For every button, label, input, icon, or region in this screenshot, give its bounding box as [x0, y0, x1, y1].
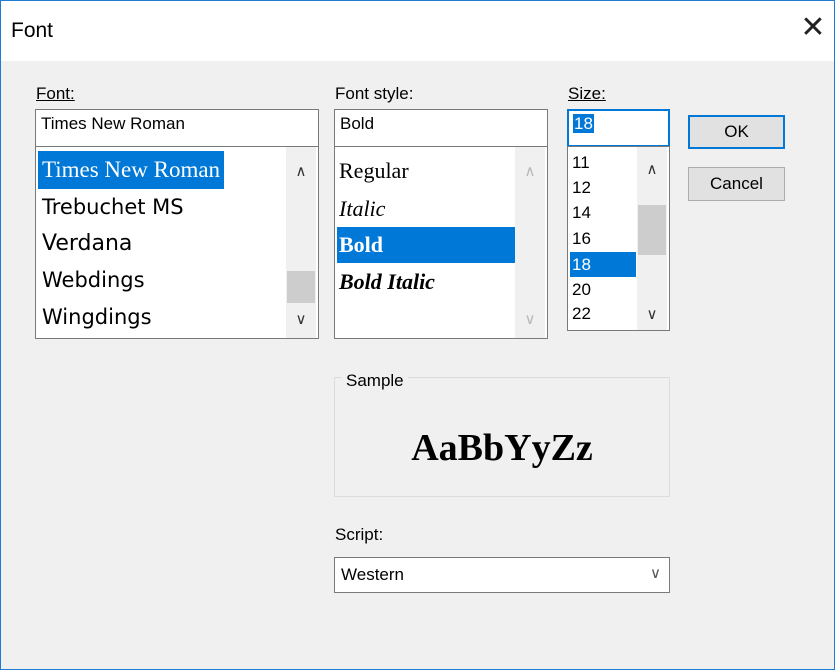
size-list-scrollbar[interactable]: ∧ ∨ [637, 147, 667, 330]
font-style-list[interactable]: Regular Italic Bold Bold Italic ∧ ∨ [334, 146, 548, 339]
script-label: Script: [335, 525, 384, 544]
font-list[interactable]: Times New Roman Trebuchet MS Verdana Web… [35, 146, 319, 339]
font-style-input[interactable]: Bold [334, 109, 548, 147]
chevron-up-icon[interactable]: ∧ [637, 157, 667, 181]
font-list-item[interactable]: Verdana [38, 226, 136, 262]
font-style-item[interactable]: Bold Italic [337, 264, 515, 300]
font-list-item[interactable]: Wingdings [38, 299, 156, 335]
title-bar: Font ✕ [1, 1, 834, 61]
size-item[interactable]: 18 [570, 252, 636, 277]
size-item[interactable]: 12 [570, 176, 630, 200]
size-item[interactable]: 20 [570, 278, 630, 302]
script-select[interactable]: Western ∨ [334, 557, 670, 593]
close-icon[interactable]: ✕ [798, 11, 828, 45]
font-style-label-text: Font style: [335, 84, 414, 103]
chevron-down-icon[interactable]: ∨ [650, 564, 661, 582]
size-label: Size: [568, 84, 606, 104]
size-input-value: 18 [573, 114, 594, 133]
font-style-item[interactable]: Regular [337, 153, 515, 189]
font-label: Font: [36, 84, 75, 104]
window-title: Font [11, 19, 54, 42]
font-list-item[interactable]: Webdings [38, 262, 149, 298]
chevron-down-icon[interactable]: ∨ [286, 307, 316, 331]
size-item[interactable]: 16 [570, 227, 630, 251]
size-list[interactable]: 11 12 14 16 18 20 22 ∧ ∨ [567, 146, 670, 331]
chevron-down-icon[interactable]: ∨ [637, 302, 667, 326]
script-select-value: Western [341, 565, 404, 584]
font-dialog: Font ✕ Font: Times New Roman Times New R… [0, 0, 835, 670]
font-style-item[interactable]: Bold [337, 227, 515, 263]
size-label-text: Size: [568, 84, 606, 103]
scroll-thumb[interactable] [287, 271, 315, 303]
sample-preview-text: AaBbYyZz [411, 427, 593, 469]
font-list-item[interactable]: Trebuchet MS [38, 189, 188, 225]
font-style-item[interactable]: Italic [337, 191, 515, 227]
font-list-item[interactable]: Times New Roman [38, 151, 225, 189]
font-label-text: Font: [36, 84, 75, 103]
font-name-input[interactable]: Times New Roman [35, 109, 319, 147]
scroll-thumb[interactable] [638, 205, 666, 255]
font-style-scrollbar: ∧ ∨ [515, 147, 545, 338]
font-style-label: Font style: [335, 84, 413, 104]
sample-groupbox: AaBbYyZz [334, 377, 670, 497]
chevron-up-icon[interactable]: ∧ [286, 159, 316, 183]
size-item[interactable]: 11 [570, 151, 630, 175]
chevron-up-icon: ∧ [524, 162, 536, 180]
ok-button[interactable]: OK [688, 115, 785, 149]
font-list-scrollbar[interactable]: ∧ ∨ [286, 147, 316, 338]
size-item[interactable]: 22 [570, 302, 630, 326]
chevron-down-icon: ∨ [524, 310, 536, 328]
sample-label: Sample [342, 371, 408, 391]
size-input[interactable]: 18 [567, 109, 670, 147]
size-item[interactable]: 14 [570, 201, 630, 225]
cancel-button[interactable]: Cancel [688, 167, 785, 201]
